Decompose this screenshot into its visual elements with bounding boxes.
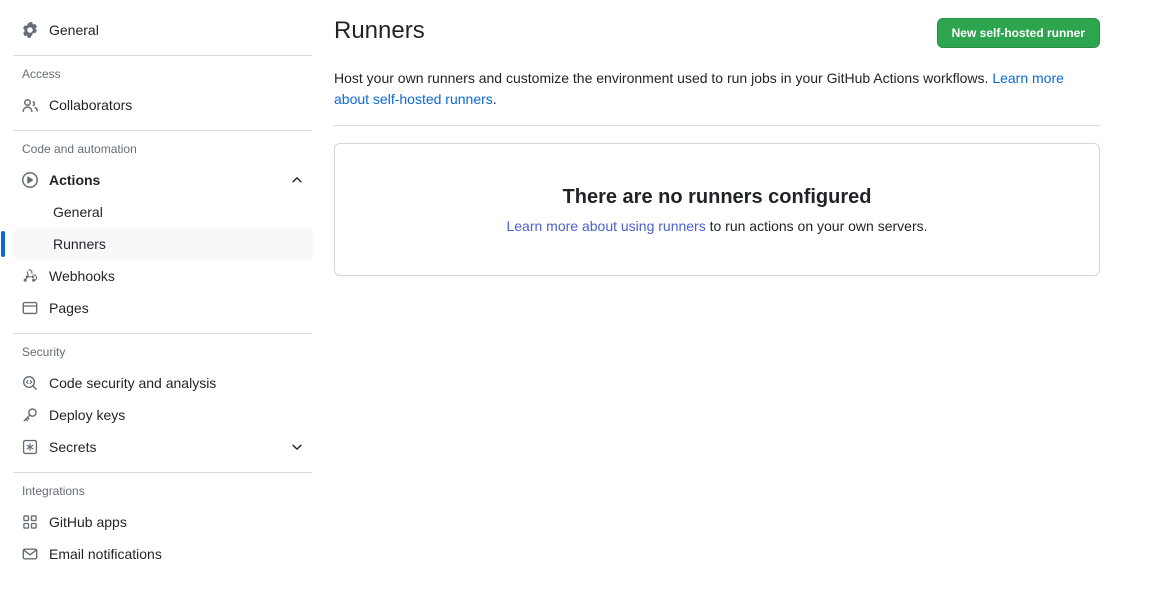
sidebar-item-collaborators[interactable]: Collaborators [13, 89, 313, 121]
sidebar-item-github-apps[interactable]: GitHub apps [13, 506, 313, 538]
sidebar-subitem-label: General [53, 204, 103, 220]
sidebar-divider [13, 55, 312, 56]
webhook-icon [22, 268, 38, 284]
sidebar-item-code-security[interactable]: Code security and analysis [13, 367, 313, 399]
empty-state-title: There are no runners configured [562, 186, 872, 208]
sidebar-divider [13, 130, 312, 131]
sidebar-section-heading-integrations: Integrations [22, 484, 85, 498]
sidebar-item-label: Email notifications [49, 546, 162, 562]
sidebar-item-pages[interactable]: Pages [13, 292, 313, 324]
sidebar-item-general[interactable]: General [13, 14, 313, 46]
new-self-hosted-runner-button[interactable]: New self-hosted runner [936, 18, 1100, 48]
sidebar-item-label: Collaborators [49, 97, 133, 113]
runners-empty-state-panel: There are no runners configured Learn mo… [334, 143, 1100, 276]
description-text-after: . [492, 91, 497, 107]
sidebar-item-label: Secrets [49, 439, 97, 455]
sidebar-item-actions[interactable]: Actions [13, 164, 313, 196]
sidebar-item-webhooks[interactable]: Webhooks [13, 260, 313, 292]
sidebar-subitem-label: Runners [53, 236, 106, 252]
sidebar-item-label: GitHub apps [49, 514, 127, 530]
content-divider [334, 125, 1100, 126]
sidebar-divider [13, 472, 312, 473]
sidebar-item-label: Deploy keys [49, 407, 126, 423]
sidebar-item-label: Actions [49, 172, 101, 188]
sidebar-subitem-runners[interactable]: Runners [1, 228, 313, 260]
page-title: Runners [334, 17, 425, 44]
main-content: Runners New self-hosted runner Host your… [325, 0, 1158, 606]
sidebar-divider [13, 333, 312, 334]
sidebar-item-label: Code security and analysis [49, 375, 217, 391]
sidebar-subitem-general[interactable]: General [13, 196, 313, 228]
runners-description: Host your own runners and customize the … [334, 68, 1100, 110]
sidebar-item-secrets[interactable]: Secrets [13, 431, 313, 463]
sidebar-section-heading-access: Access [22, 67, 61, 81]
key-icon [22, 407, 38, 423]
sidebar-item-email-notifications[interactable]: Email notifications [13, 538, 313, 570]
sidebar-section-heading-code-automation: Code and automation [22, 142, 137, 156]
sidebar-item-deploy-keys[interactable]: Deploy keys [13, 399, 313, 431]
settings-sidebar: General Access Collaborators Code and au… [0, 0, 325, 606]
play-circle-icon [22, 172, 38, 188]
sidebar-item-label: General [49, 22, 99, 38]
empty-state-subtitle: Learn more about using runners to run ac… [506, 216, 927, 237]
learn-more-using-runners-link[interactable]: Learn more about using runners [506, 218, 705, 234]
chevron-down-icon[interactable] [289, 439, 305, 455]
asterisk-box-icon [22, 439, 38, 455]
sidebar-section-heading-security: Security [22, 345, 66, 359]
sidebar-item-label: Pages [49, 300, 89, 316]
sidebar-item-label: Webhooks [49, 268, 115, 284]
gear-icon [22, 22, 38, 38]
main-header: Runners New self-hosted runner [334, 14, 1100, 48]
empty-state-subtitle-text: to run actions on your own servers. [705, 218, 928, 234]
browser-icon [22, 300, 38, 316]
chevron-up-icon[interactable] [289, 172, 305, 188]
description-text-before: Host your own runners and customize the … [334, 70, 993, 86]
settings-page: General Access Collaborators Code and au… [0, 0, 1158, 606]
apps-grid-icon [22, 514, 38, 530]
code-scan-icon [22, 375, 38, 391]
mail-icon [22, 546, 38, 562]
people-icon [22, 97, 38, 113]
